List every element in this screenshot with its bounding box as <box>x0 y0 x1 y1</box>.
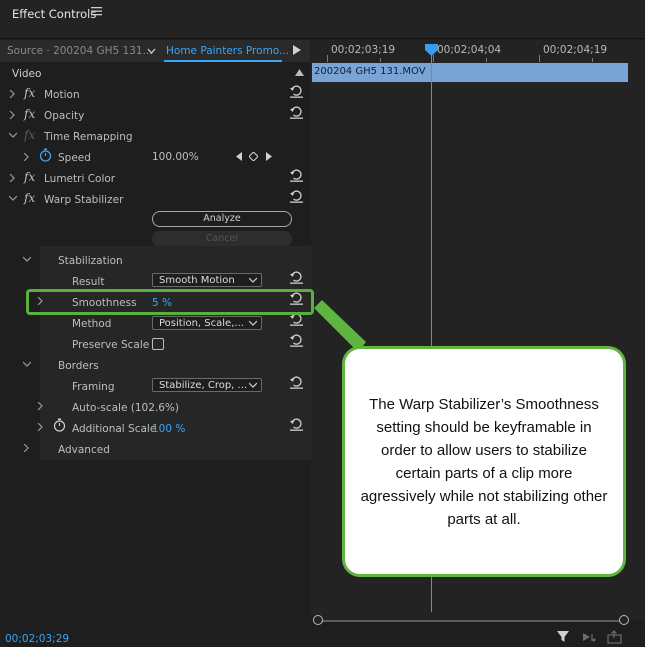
panel-title[interactable]: Effect Controls <box>12 7 96 21</box>
keyframe-icon[interactable] <box>249 152 258 161</box>
chevron-right-icon[interactable] <box>9 111 16 119</box>
additional-scale-value[interactable]: 100 % <box>152 423 185 435</box>
fx-icon: fx <box>24 128 36 142</box>
chevron-down-icon[interactable] <box>9 132 17 139</box>
chevron-right-icon[interactable] <box>37 402 44 410</box>
chevron-down-icon[interactable] <box>23 256 31 263</box>
ruler-tick <box>486 58 487 62</box>
scroll-handle-right[interactable] <box>619 615 629 625</box>
chevron-right-icon[interactable] <box>9 90 16 98</box>
analyze-button[interactable]: Analyze <box>152 211 292 227</box>
framing-label: Framing <box>72 381 115 393</box>
ruler-label: 00;02;03;19 <box>331 44 396 56</box>
stopwatch-icon[interactable] <box>39 148 52 162</box>
method-dropdown-value: Position, Scale,... <box>159 318 244 329</box>
reset-icon[interactable] <box>289 271 304 284</box>
chevron-down-icon[interactable] <box>23 361 31 368</box>
borders-section[interactable]: Borders <box>58 360 99 372</box>
prev-keyframe-icon[interactable] <box>236 152 242 161</box>
method-dropdown[interactable]: Position, Scale,... <box>152 316 262 330</box>
play-icon[interactable] <box>293 45 301 55</box>
result-label: Result <box>72 276 105 288</box>
effect-warp-stabilizer[interactable]: Warp Stabilizer <box>44 194 123 206</box>
filter-icon[interactable] <box>556 630 572 644</box>
chevron-down-icon <box>249 382 257 388</box>
chevron-down-icon[interactable] <box>147 47 156 55</box>
smoothness-highlight <box>26 289 314 315</box>
ruler-label: 00;02;04;04 <box>437 44 502 56</box>
cancel-button: Cancel <box>152 231 292 247</box>
export-frame-icon[interactable] <box>607 630 623 644</box>
reset-icon[interactable] <box>289 190 304 203</box>
fx-icon[interactable]: fx <box>24 191 35 205</box>
chevron-down-icon <box>249 277 257 283</box>
speed-value[interactable]: 100.00% <box>152 151 199 163</box>
chevron-right-icon[interactable] <box>23 444 30 452</box>
stopwatch-icon[interactable] <box>53 418 66 432</box>
fx-icon[interactable]: fx <box>24 107 35 121</box>
reset-icon[interactable] <box>289 85 304 98</box>
current-timecode[interactable]: 00;02;03;29 <box>5 633 69 645</box>
stabilization-section[interactable]: Stabilization <box>58 255 123 267</box>
chevron-down-icon[interactable] <box>9 195 17 202</box>
chevron-right-icon[interactable] <box>9 174 16 182</box>
playhead-marker-icon[interactable] <box>425 44 438 56</box>
advanced-section[interactable]: Advanced <box>58 444 110 456</box>
reset-icon[interactable] <box>289 169 304 182</box>
reset-icon[interactable] <box>289 418 304 431</box>
method-label: Method <box>72 318 112 330</box>
chevron-right-icon[interactable] <box>23 153 30 161</box>
effect-opacity[interactable]: Opacity <box>44 110 84 122</box>
hamburger-menu-icon[interactable] <box>91 6 102 16</box>
framing-dropdown[interactable]: Stabilize, Crop, ... <box>152 378 262 392</box>
additional-scale-label: Additional Scale <box>72 423 157 435</box>
result-dropdown-value: Smooth Motion <box>159 275 235 286</box>
status-bar <box>0 628 645 647</box>
ruler-tick <box>592 58 593 62</box>
fx-icon[interactable]: fx <box>24 170 35 184</box>
timeline-scrollbar[interactable] <box>318 620 624 622</box>
tab-source[interactable]: Source · 200204 GH5 131... <box>7 45 153 57</box>
ruler-label: 00;02;04;19 <box>543 44 608 56</box>
chevron-right-icon[interactable] <box>37 423 44 431</box>
effect-motion[interactable]: Motion <box>44 89 80 101</box>
next-keyframe-icon[interactable] <box>266 152 272 161</box>
effect-lumetri-color[interactable]: Lumetri Color <box>44 173 115 185</box>
annotation-callout: The Warp Stabilizer’s Smoothness setting… <box>342 346 626 577</box>
speed-label: Speed <box>58 152 91 164</box>
preserve-scale-label: Preserve Scale <box>72 339 150 351</box>
video-header: Video <box>12 68 42 80</box>
preserve-scale-checkbox[interactable] <box>152 338 164 350</box>
reset-icon[interactable] <box>289 106 304 119</box>
ruler-tick <box>539 55 540 62</box>
scroll-handle-left[interactable] <box>313 615 323 625</box>
reset-icon[interactable] <box>289 376 304 389</box>
callout-text: The Warp Stabilizer’s Smoothness setting… <box>360 395 608 528</box>
effect-time-remapping[interactable]: Time Remapping <box>44 131 133 143</box>
framing-dropdown-value: Stabilize, Crop, ... <box>159 380 248 391</box>
fx-icon[interactable]: fx <box>24 86 35 100</box>
auto-scale-label[interactable]: Auto-scale (102.6%) <box>72 402 179 414</box>
tab-sequence[interactable]: Home Painters Promo... <box>166 45 289 57</box>
ruler-tick <box>327 55 328 62</box>
chevron-down-icon <box>249 320 257 326</box>
collapse-up-icon[interactable] <box>295 69 304 76</box>
ruler-tick <box>380 58 381 62</box>
play-only-audio-icon[interactable] <box>582 630 598 644</box>
active-tab-indicator <box>164 60 282 62</box>
clip-label: 200204 GH5 131.MOV <box>314 66 426 77</box>
result-dropdown[interactable]: Smooth Motion <box>152 273 262 287</box>
ruler-tick <box>433 55 434 62</box>
